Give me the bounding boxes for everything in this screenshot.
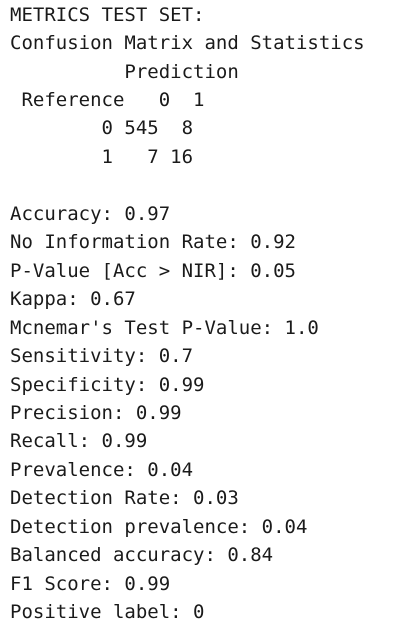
stat-kappa: Kappa: 0.67	[10, 288, 136, 310]
stat-f1-score: F1 Score: 0.99	[10, 573, 171, 595]
stat-accuracy: Accuracy: 0.97	[10, 203, 171, 225]
stat-detection-prevalence: Detection prevalence: 0.04	[10, 516, 308, 538]
console-output: METRICS TEST SET: Confusion Matrix and S…	[0, 0, 400, 631]
stat-prevalence: Prevalence: 0.04	[10, 459, 194, 481]
matrix-row-0: 0 545 8	[10, 117, 194, 139]
stat-p-value: P-Value [Acc > NIR]: 0.05	[10, 260, 296, 282]
stat-no-information-rate: No Information Rate: 0.92	[10, 231, 296, 253]
stat-detection-rate: Detection Rate: 0.03	[10, 487, 239, 509]
stat-positive-label: Positive label: 0	[10, 601, 205, 623]
matrix-row-1: 1 7 16	[10, 146, 194, 168]
stat-balanced-accuracy: Balanced accuracy: 0.84	[10, 544, 274, 566]
prediction-label: Prediction	[10, 61, 239, 83]
stat-precision: Precision: 0.99	[10, 402, 182, 424]
metrics-header: METRICS TEST SET:	[10, 4, 205, 26]
stat-recall: Recall: 0.99	[10, 430, 148, 452]
stat-sensitivity: Sensitivity: 0.7	[10, 345, 194, 367]
stat-specificity: Specificity: 0.99	[10, 374, 205, 396]
confusion-matrix-title: Confusion Matrix and Statistics	[10, 32, 365, 54]
stat-mcnemar-p-value: Mcnemar's Test P-Value: 1.0	[10, 317, 319, 339]
reference-header-row: Reference 0 1	[10, 89, 205, 111]
